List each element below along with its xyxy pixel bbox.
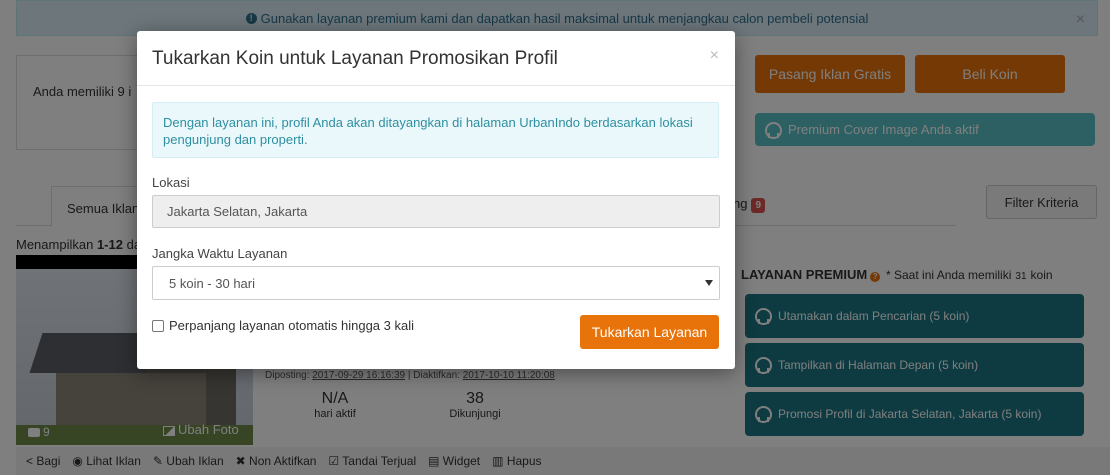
auto-renew-checkbox[interactable] [152, 319, 164, 332]
location-field: Jakarta Selatan, Jakarta [152, 195, 720, 228]
auto-renew-label: Perpanjang layanan otomatis hingga 3 kal… [169, 318, 415, 333]
caret-down-icon [705, 280, 713, 286]
modal-header: Tukarkan Koin untuk Layanan Promosikan P… [137, 31, 735, 86]
redeem-service-button[interactable]: Tukarkan Layanan [580, 315, 719, 349]
duration-label: Jangka Waktu Layanan [152, 246, 288, 261]
duration-selected-value: 5 koin - 30 hari [169, 276, 255, 291]
location-label: Lokasi [152, 175, 190, 190]
close-icon[interactable]: × [710, 47, 719, 65]
auto-renew-row[interactable]: Perpanjang layanan otomatis hingga 3 kal… [152, 318, 414, 333]
redeem-coin-modal: Tukarkan Koin untuk Layanan Promosikan P… [137, 31, 735, 369]
duration-select[interactable]: 5 koin - 30 hari [152, 266, 720, 300]
modal-title: Tukarkan Koin untuk Layanan Promosikan P… [152, 48, 558, 69]
modal-info-box: Dengan layanan ini, profil Anda akan dit… [152, 102, 719, 158]
